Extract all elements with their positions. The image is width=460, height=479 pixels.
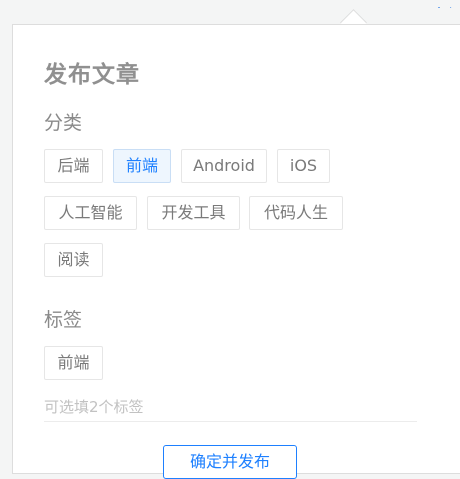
category-option-ai[interactable]: 人工智能 xyxy=(44,196,137,230)
category-option-frontend[interactable]: 前端 xyxy=(113,149,171,183)
tag-input[interactable] xyxy=(44,393,417,422)
category-option-android[interactable]: Android xyxy=(181,149,267,183)
publish-button[interactable]: 确定并发布 xyxy=(163,445,297,479)
selected-tag[interactable]: 前端 xyxy=(44,346,103,380)
category-label: 分类 xyxy=(44,112,83,134)
category-option-reading[interactable]: 阅读 xyxy=(44,243,103,277)
category-option-code-life[interactable]: 代码人生 xyxy=(249,196,343,230)
category-option-dev-tools[interactable]: 开发工具 xyxy=(147,196,240,230)
tags-label: 标签 xyxy=(44,309,83,331)
category-option-ios[interactable]: iOS xyxy=(277,149,330,183)
category-option-backend[interactable]: 后端 xyxy=(44,149,103,183)
panel-title: 发布文章 xyxy=(44,62,140,88)
corner-icon[interactable] xyxy=(436,0,460,8)
